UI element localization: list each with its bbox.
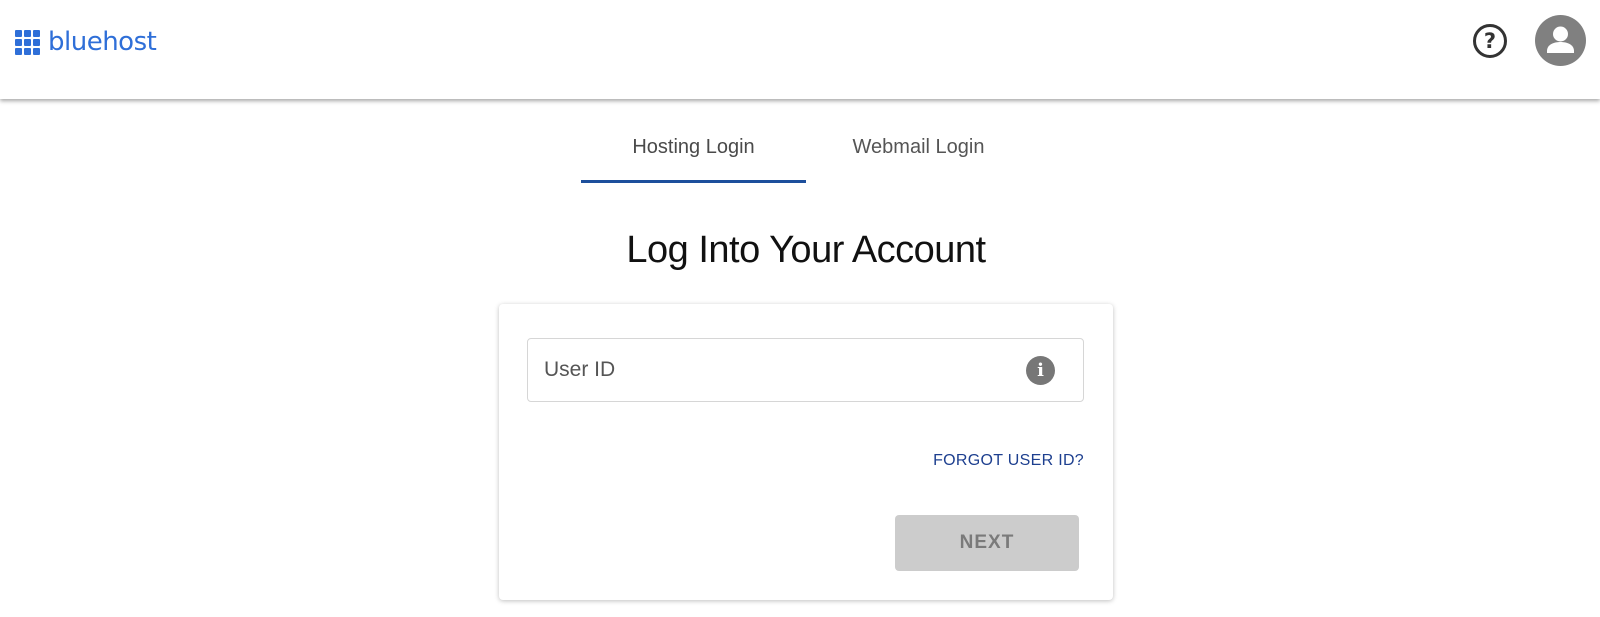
user-id-field-wrapper: i xyxy=(527,338,1084,402)
login-tabs: Hosting Login Webmail Login xyxy=(581,122,1031,183)
user-id-input[interactable] xyxy=(528,339,1083,401)
tab-hosting-login[interactable]: Hosting Login xyxy=(581,122,806,183)
login-card: i FORGOT USER ID? NEXT xyxy=(499,304,1113,600)
bluehost-logo[interactable]: bluehost xyxy=(15,26,157,58)
page-title: Log Into Your Account xyxy=(626,229,986,271)
help-circle-icon[interactable]: ? xyxy=(1473,24,1507,58)
brand-name: bluehost xyxy=(48,27,157,57)
next-button[interactable]: NEXT xyxy=(895,515,1079,571)
grid-logo-icon xyxy=(15,29,40,55)
info-icon[interactable]: i xyxy=(1026,356,1055,385)
top-header: bluehost ? xyxy=(0,0,1600,99)
user-avatar-icon[interactable] xyxy=(1535,15,1586,66)
tab-webmail-login[interactable]: Webmail Login xyxy=(806,122,1031,183)
forgot-user-id-link[interactable]: FORGOT USER ID? xyxy=(933,452,1084,470)
